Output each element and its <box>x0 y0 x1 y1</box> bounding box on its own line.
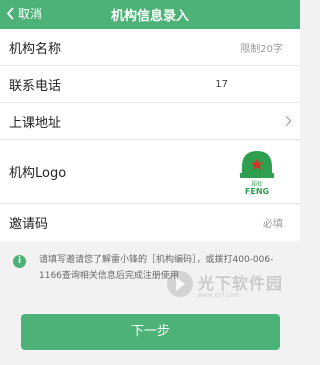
watermark-text: 光下软件园 <box>198 274 284 293</box>
page-title: 机构信息录入 <box>110 9 189 24</box>
invite-code-field[interactable]: 邀请码 必填 <box>0 204 300 241</box>
watermark-logo-icon <box>167 271 193 297</box>
institution-name-field[interactable]: 机构名称 限制20字 <box>0 29 300 66</box>
class-address-row[interactable]: 上课地址 <box>0 103 300 140</box>
top-nav-bar: 取消 机构信息录入 <box>0 0 300 29</box>
logo-text-bottom: FENG <box>245 187 269 196</box>
class-address-label: 上课地址 <box>9 115 62 131</box>
institution-name-label: 机构名称 <box>9 41 62 57</box>
info-icon: i <box>13 255 26 268</box>
next-step-button[interactable]: 下一步 <box>21 314 280 350</box>
chevron-right-icon <box>281 116 292 126</box>
institution-logo-label: 机构Logo <box>9 166 67 181</box>
institution-logo-row[interactable]: 机构Logo 蹈社 FENG <box>0 140 300 204</box>
institution-form: 机构名称 限制20字 联系电话 17 上课地址 机构Logo 蹈社 FENG 邀… <box>0 29 300 241</box>
contact-phone-value: 17 <box>215 78 228 90</box>
institution-logo-image[interactable]: 蹈社 FENG <box>234 147 280 197</box>
contact-phone-field[interactable]: 联系电话 17 <box>0 66 300 103</box>
watermark-subtext: www.xz7.com <box>198 292 240 299</box>
invite-code-label: 邀请码 <box>9 217 49 232</box>
institution-name-placeholder: 限制20字 <box>240 43 283 55</box>
invite-code-placeholder: 必填 <box>263 219 283 230</box>
contact-phone-label: 联系电话 <box>9 78 62 94</box>
